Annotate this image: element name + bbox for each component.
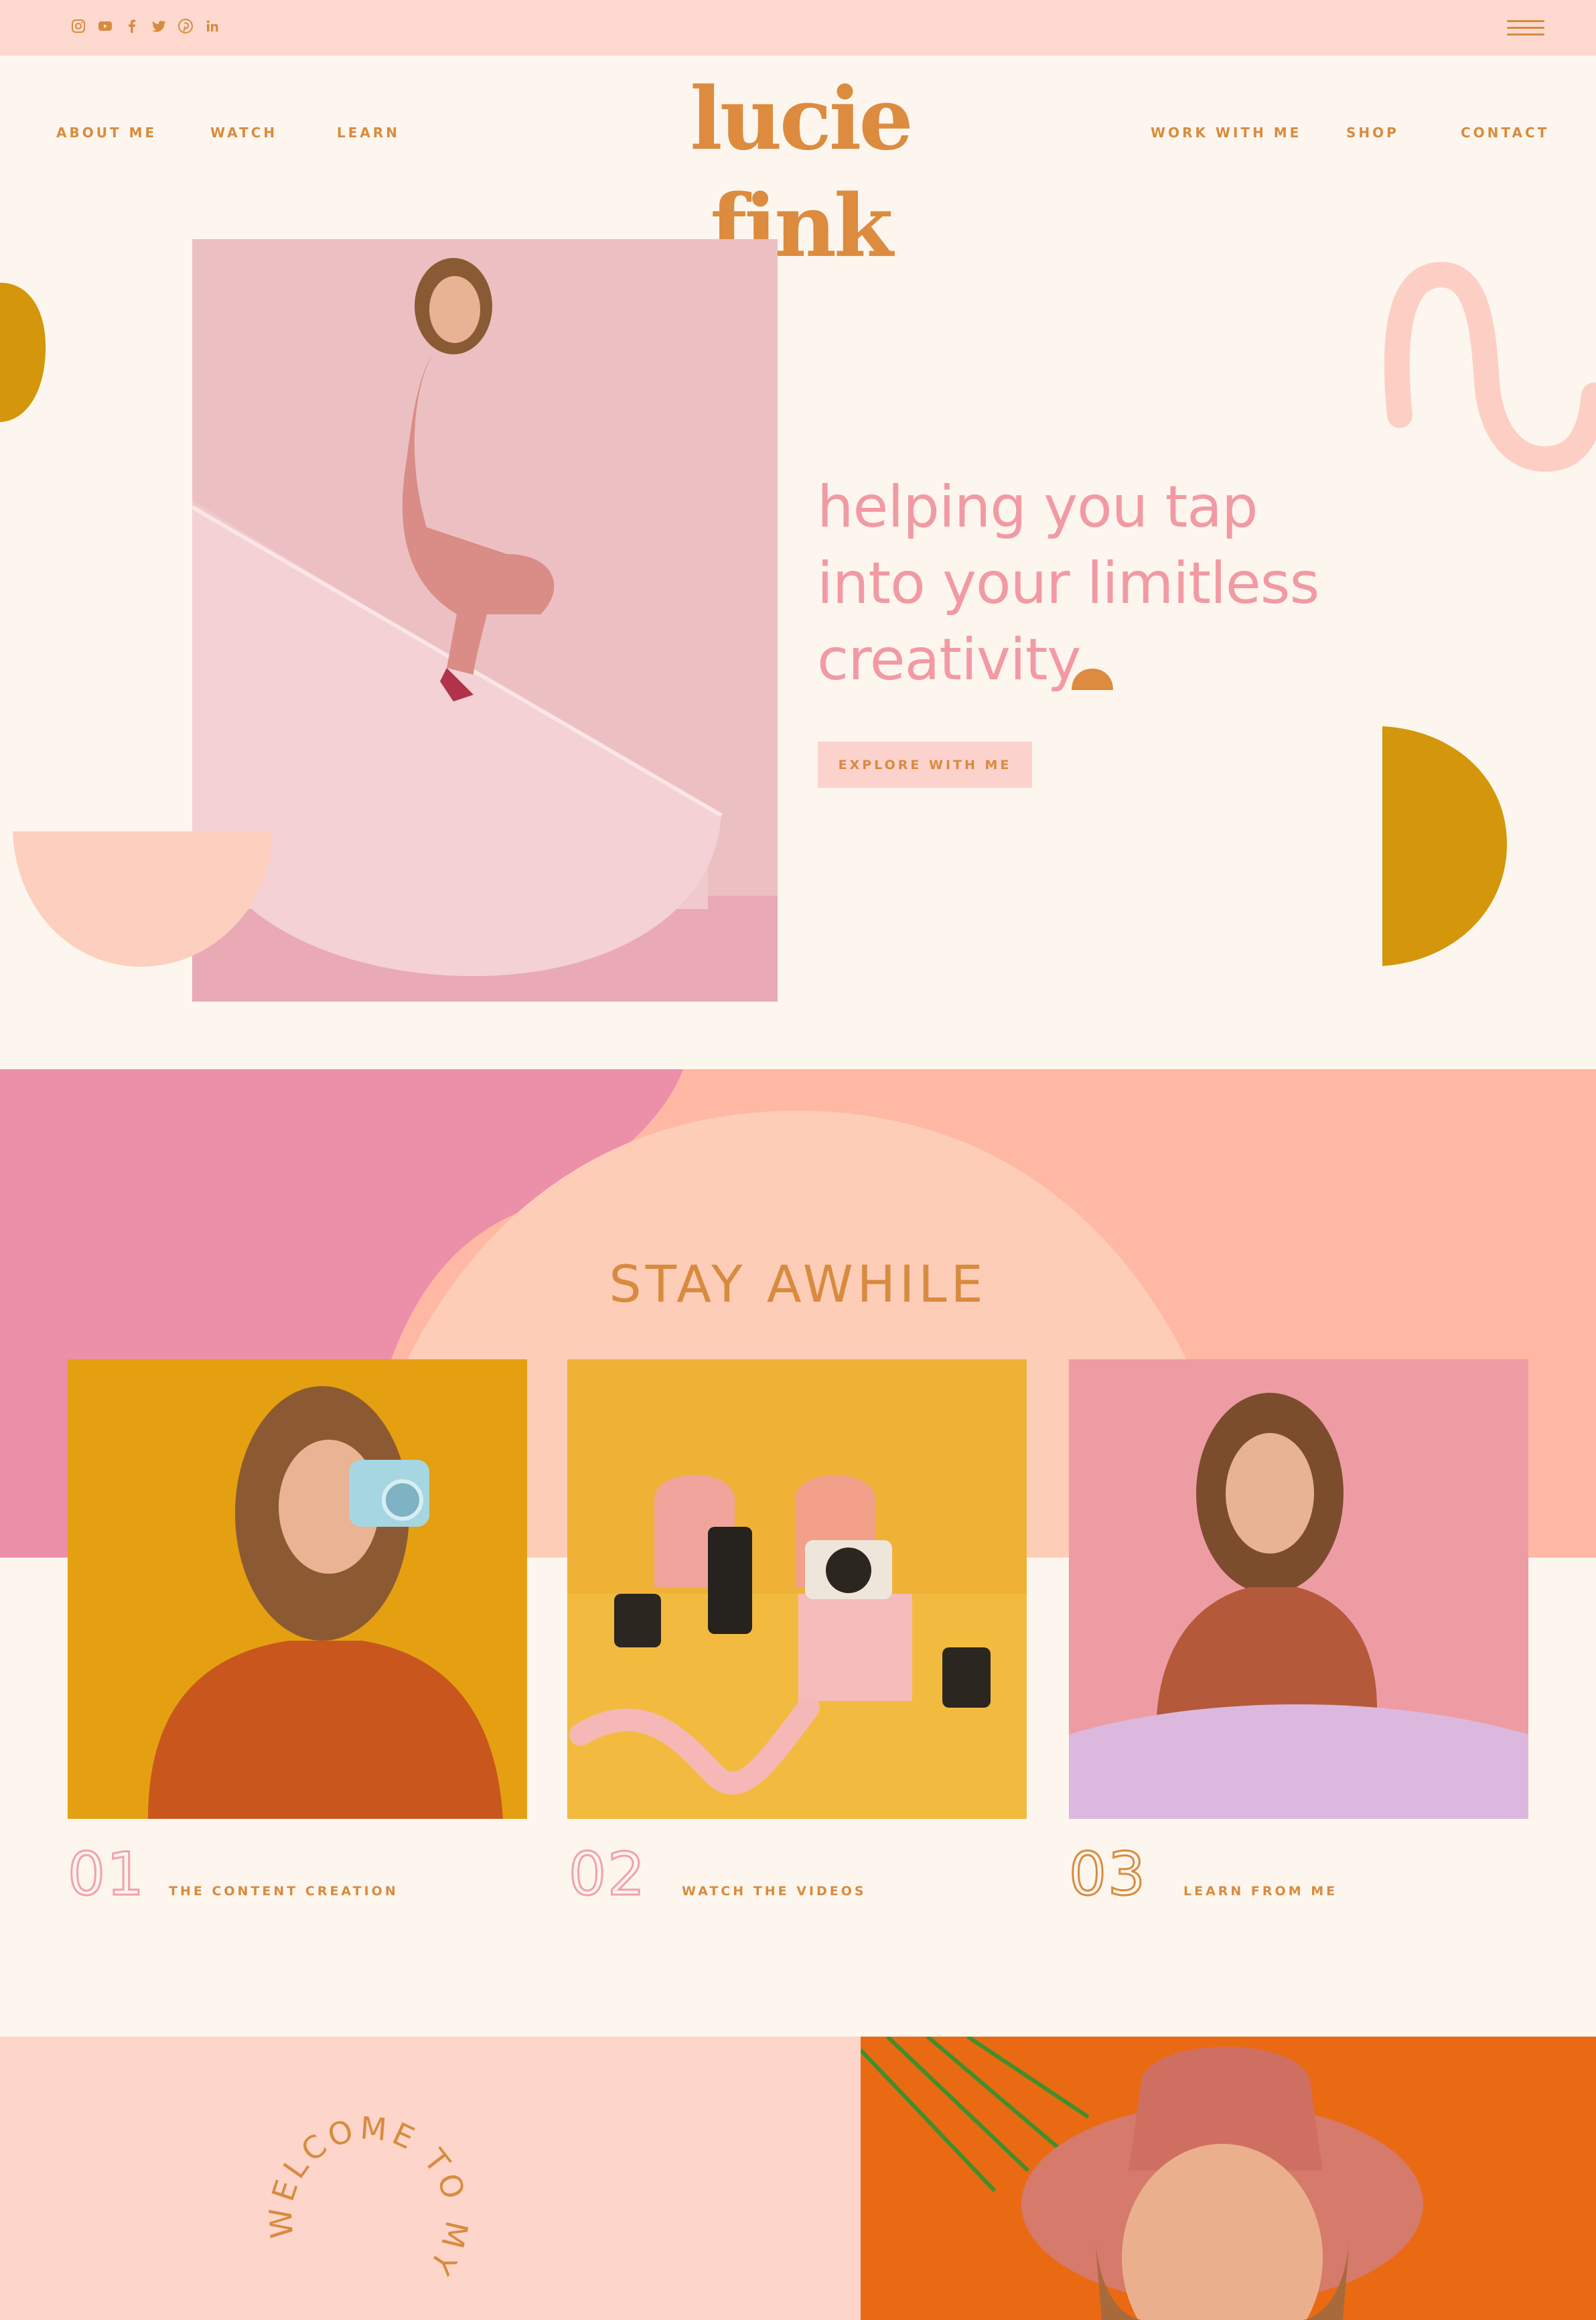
orange-semicircle-accent bbox=[1072, 669, 1113, 690]
pink-squiggle-shape bbox=[1384, 262, 1596, 472]
welcome-panel: WELCOME TO MY bbox=[0, 2037, 861, 2320]
svg-text:WELCOME TO MY: WELCOME TO MY bbox=[262, 2110, 469, 2284]
card-number-03[interactable]: 03 bbox=[1068, 1839, 1147, 1910]
card-photo-learn-from-me[interactable] bbox=[1069, 1359, 1528, 1819]
nav-shop[interactable]: SHOP bbox=[1346, 125, 1399, 141]
youtube-icon[interactable] bbox=[96, 17, 114, 35]
hero-photo bbox=[192, 239, 778, 1002]
nav-learn[interactable]: LEARN bbox=[337, 125, 400, 141]
pinterest-icon[interactable] bbox=[177, 17, 194, 35]
hero-headline-line-2: into your limitless bbox=[817, 550, 1319, 617]
site-logo[interactable]: lucie fink bbox=[623, 66, 978, 277]
card-label-learn-from-me[interactable]: LEARN FROM ME bbox=[1183, 1884, 1337, 1899]
card-photo-content-creation[interactable] bbox=[68, 1359, 527, 1819]
welcome-arc-text: WELCOME TO MY bbox=[262, 2110, 469, 2284]
mustard-half-circle-left bbox=[0, 283, 46, 422]
facebook-icon[interactable] bbox=[123, 17, 141, 35]
top-bar bbox=[0, 0, 1596, 56]
nav-watch[interactable]: WATCH bbox=[210, 125, 277, 141]
card-label-watch-videos[interactable]: WATCH THE VIDEOS bbox=[682, 1884, 867, 1899]
explore-button[interactable]: EXPLORE WITH ME bbox=[818, 742, 1032, 788]
social-links bbox=[70, 17, 221, 35]
hero-headline: helping you tap into your limitless crea… bbox=[817, 469, 1326, 698]
nav-about-me[interactable]: ABOUT ME bbox=[56, 125, 157, 141]
card-photo-watch-videos[interactable] bbox=[567, 1359, 1027, 1819]
card-number-02[interactable]: 02 bbox=[568, 1839, 646, 1910]
twitter-icon[interactable] bbox=[150, 17, 167, 35]
hamburger-icon[interactable] bbox=[1507, 16, 1544, 39]
card-number-01[interactable]: 01 bbox=[67, 1839, 145, 1910]
linkedin-icon[interactable] bbox=[204, 17, 221, 35]
welcome-arc-label: WELCOME TO MY bbox=[262, 2110, 469, 2284]
mustard-half-circle-right bbox=[1382, 726, 1507, 966]
card-label-content-creation[interactable]: THE CONTENT CREATION bbox=[169, 1884, 398, 1899]
nav-contact[interactable]: CONTACT bbox=[1461, 125, 1549, 141]
nav-work-with-me[interactable]: WORK WITH ME bbox=[1151, 125, 1301, 141]
peach-half-circle bbox=[13, 831, 273, 967]
welcome-photo bbox=[861, 2037, 1596, 2320]
hero-headline-line-1: helping you tap bbox=[817, 474, 1258, 541]
instagram-icon[interactable] bbox=[70, 17, 87, 35]
stay-awhile-title: STAY AWHILE bbox=[609, 1254, 987, 1314]
